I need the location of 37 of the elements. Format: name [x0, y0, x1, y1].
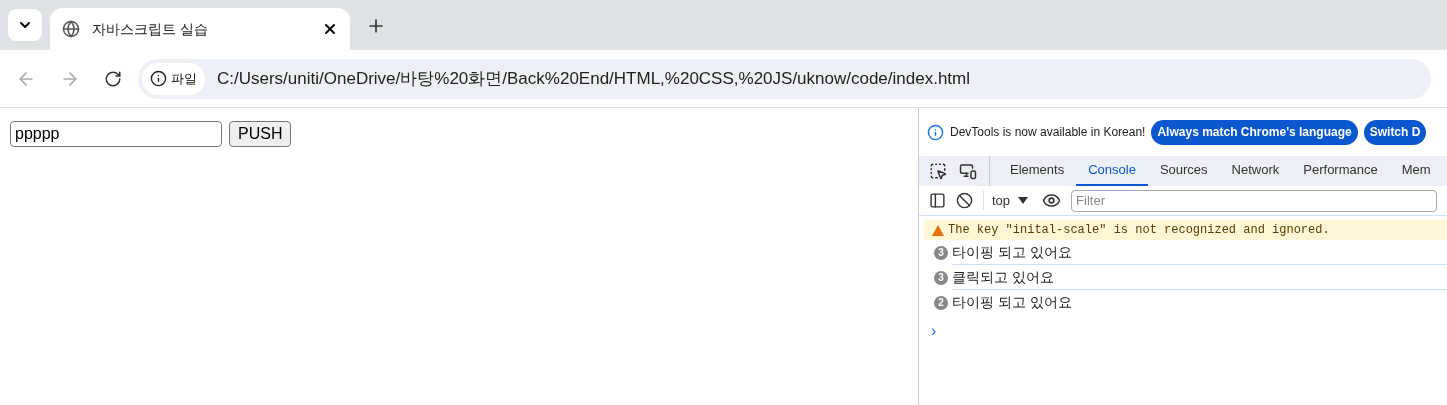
repeat-count: 2 — [934, 295, 948, 310]
device-icon[interactable] — [959, 162, 977, 180]
text-input[interactable]: ppppp — [10, 121, 222, 147]
inspect-icon[interactable] — [929, 162, 947, 180]
site-info-badge[interactable]: 파일 — [142, 62, 205, 95]
devtools-tab[interactable]: Console — [1076, 156, 1148, 186]
url-text: C:/Users/uniti/OneDrive/바탕%20화면/Back%20End/HTML,%20CSS,%20JS/uknow/code/index.html — [217, 67, 971, 90]
tab-list-button[interactable] — [8, 9, 42, 41]
warning-icon — [932, 224, 944, 236]
log-message: 타이핑 되고 있어요 — [952, 240, 1447, 265]
console-prompt[interactable]: › — [919, 319, 1447, 343]
address-bar[interactable]: 파일 C:/Users/uniti/OneDrive/바탕%20화면/Back%20End/HTML,%20CSS,%20JS/uknow/code/index.html — [138, 58, 1431, 99]
repeat-count: 3 — [934, 270, 948, 285]
notice-text: DevTools is now available in Korean! — [950, 124, 1146, 141]
info-icon — [927, 123, 944, 141]
log-message: 타이핑 되고 있어요 — [952, 293, 1073, 312]
devtools-tab[interactable]: Elements — [998, 156, 1077, 186]
log-message: 클릭되고 있어요 — [952, 265, 1447, 290]
eye-icon[interactable] — [1042, 191, 1062, 210]
globe-icon — [62, 20, 80, 38]
repeat-count: 3 — [934, 245, 948, 260]
devtools-tab[interactable]: Mem — [1389, 156, 1443, 186]
language-button[interactable]: Switch D — [1363, 119, 1427, 145]
filter-field[interactable]: Filter — [1071, 189, 1437, 212]
push-button[interactable]: PUSH — [229, 121, 292, 147]
reload-icon[interactable] — [104, 69, 122, 88]
sidebar-icon[interactable] — [929, 192, 946, 209]
browser-tab[interactable]: 자바스크립트 실습 — [50, 8, 350, 50]
clear-icon[interactable] — [956, 192, 973, 209]
warning-message: The key "inital-scale" is not recognized and ignored. — [948, 222, 1330, 239]
devtools-tab[interactable]: Sources — [1147, 156, 1220, 186]
close-icon[interactable] — [322, 21, 338, 37]
devtools-tab[interactable]: Network — [1219, 156, 1292, 186]
language-button[interactable]: Always match Chrome's language — [1151, 119, 1358, 145]
devtools-tab[interactable]: Performance — [1291, 156, 1390, 186]
tab-title: 자바스크립트 실습 — [92, 19, 209, 39]
context-select[interactable]: top — [983, 190, 1029, 211]
